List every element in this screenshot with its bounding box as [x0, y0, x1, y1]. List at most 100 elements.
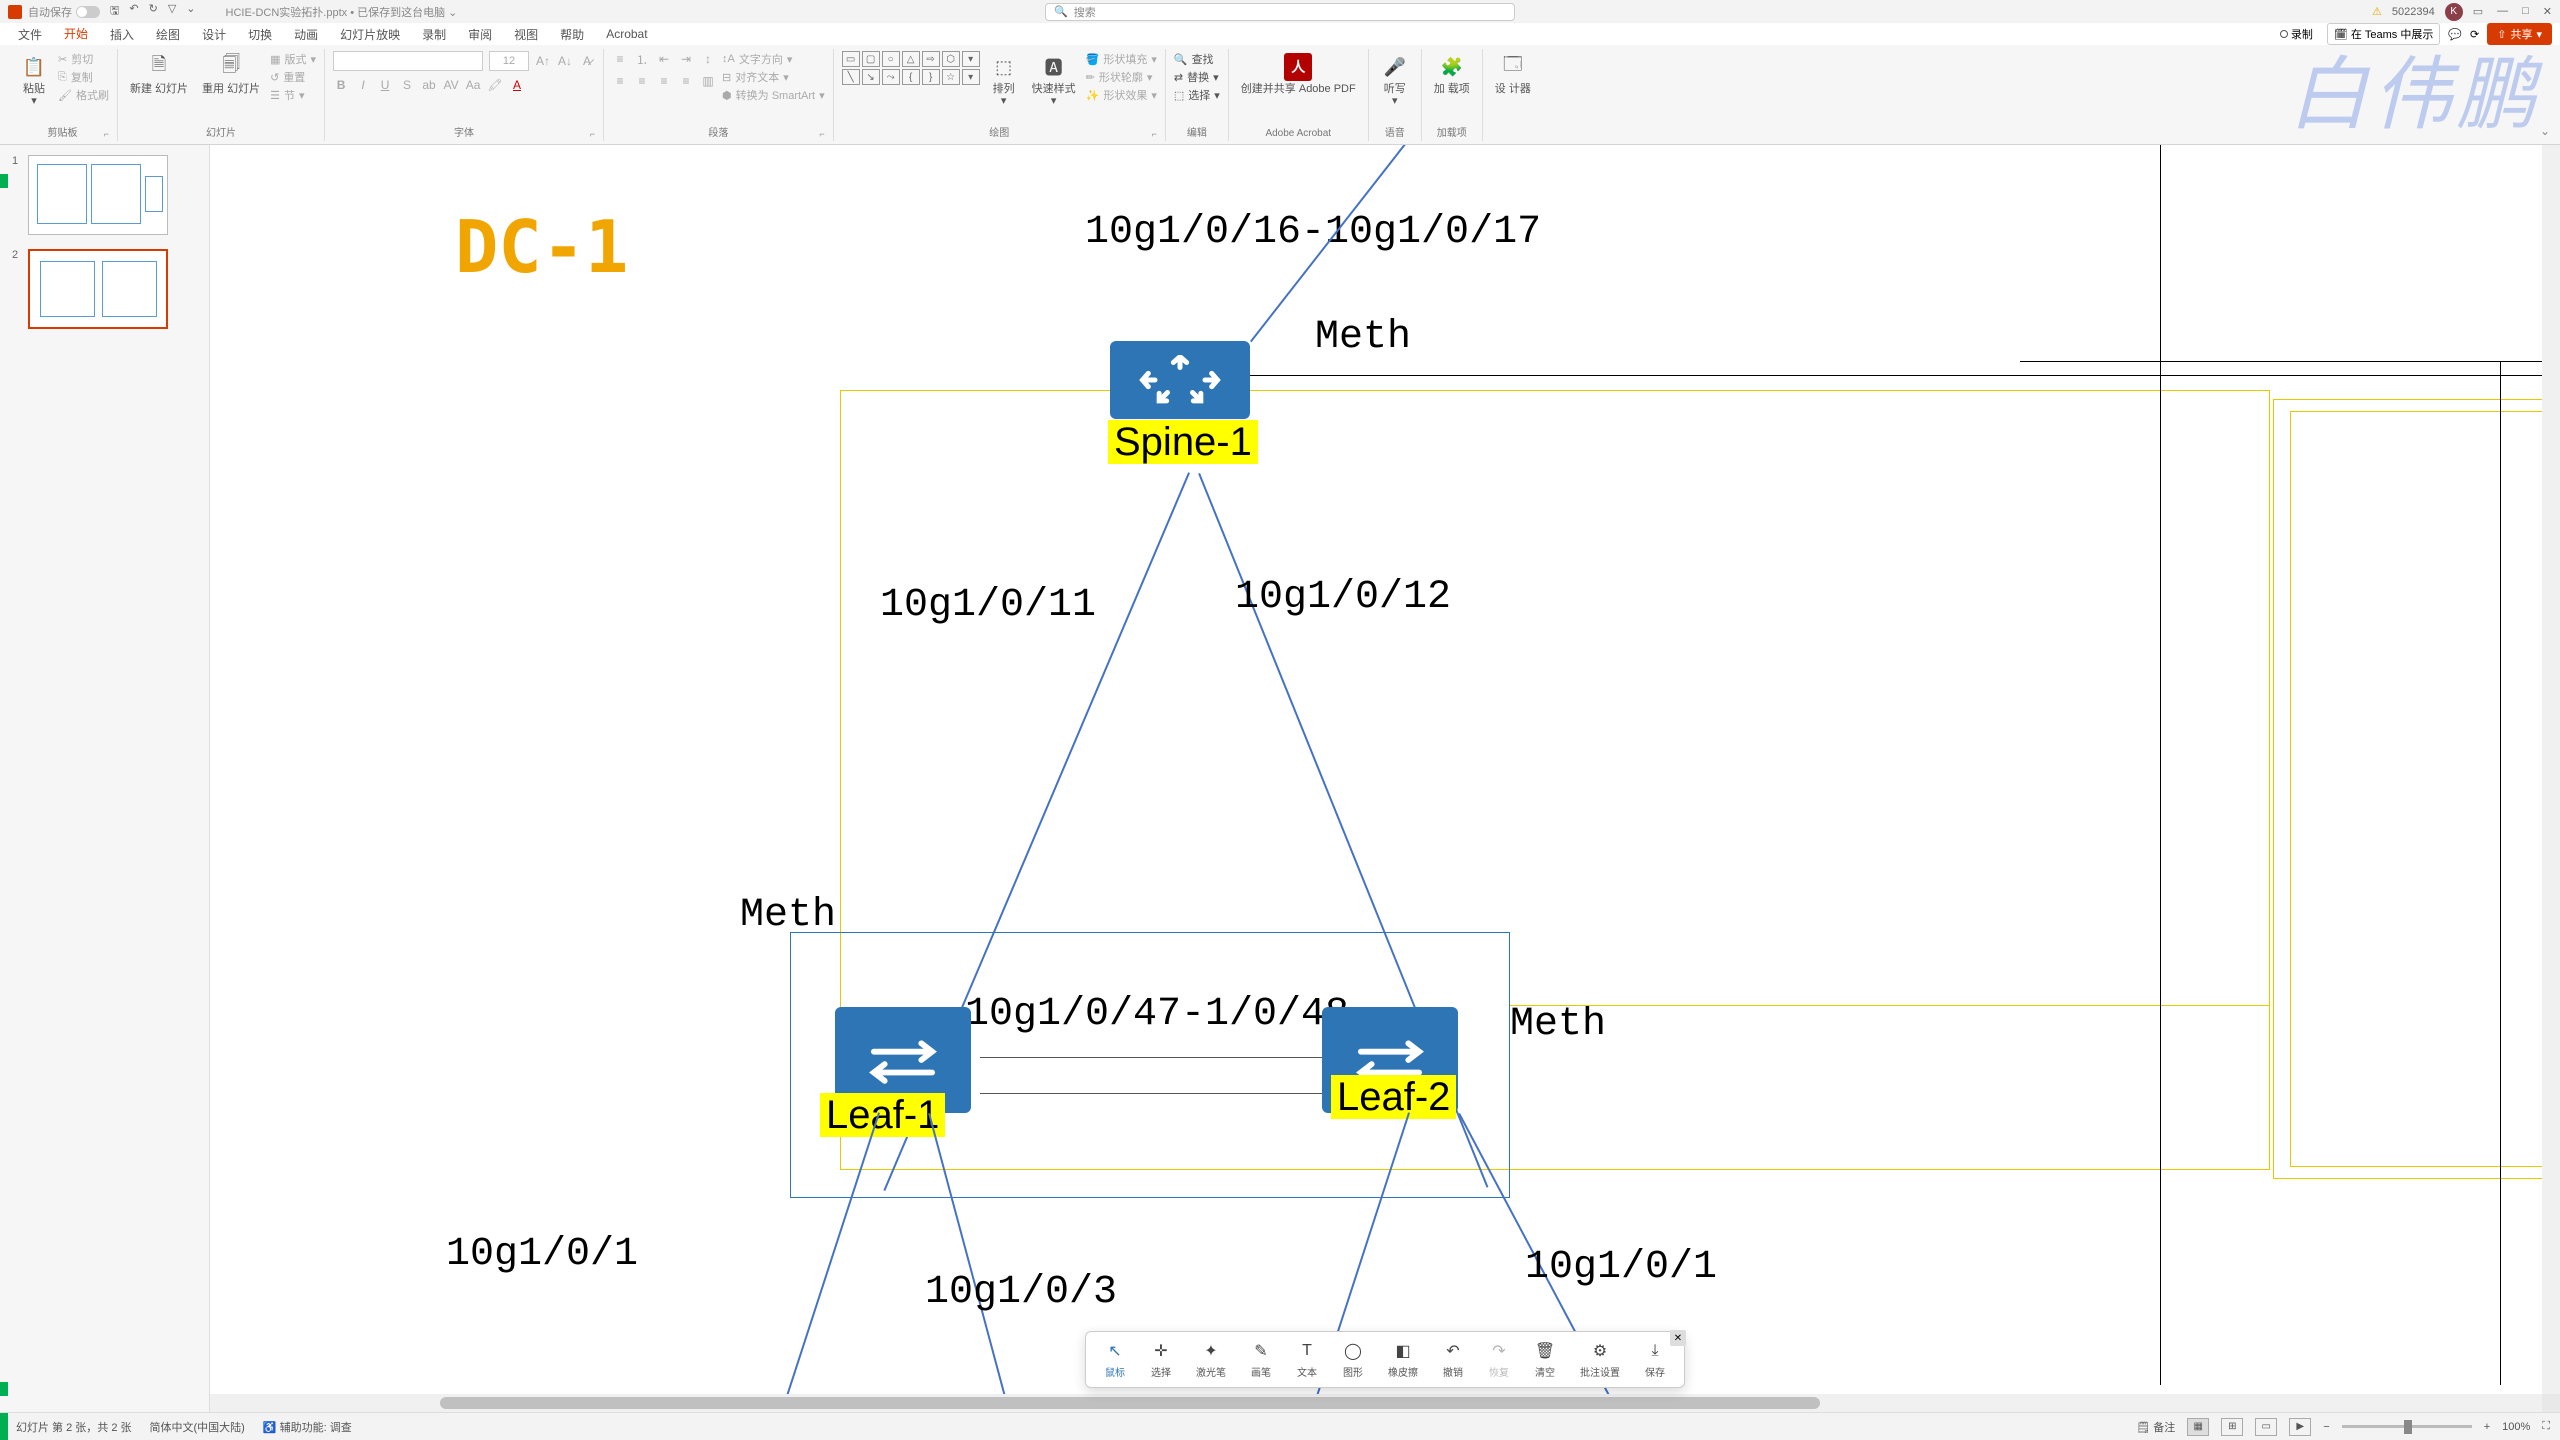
- reading-view-icon[interactable]: ▭: [2255, 1418, 2277, 1436]
- font-size-select[interactable]: 12: [489, 51, 529, 71]
- spine-1-label[interactable]: Spine-1: [1108, 420, 1258, 468]
- anno-shape[interactable]: ◯图形: [1334, 1338, 1372, 1381]
- font-family-select[interactable]: [333, 51, 483, 71]
- shape-outline-button[interactable]: ✏形状轮廓 ▾: [1086, 69, 1157, 85]
- increase-font-icon[interactable]: A↑: [535, 53, 551, 69]
- hscroll-thumb[interactable]: [440, 1397, 1820, 1409]
- vertical-scrollbar[interactable]: [2542, 145, 2560, 1394]
- zoom-level[interactable]: 100%: [2502, 1421, 2530, 1433]
- port-left-spine-label[interactable]: 10g1/0/11: [880, 583, 1096, 628]
- anno-text[interactable]: T文本: [1288, 1338, 1326, 1381]
- present-in-teams-button[interactable]: 🗓在 Teams 中展示: [2327, 23, 2440, 45]
- right-box-2[interactable]: [2290, 411, 2560, 1167]
- document-title[interactable]: HCIE-DCN实验拓扑.pptx • 已保存到这台电脑 ⌄: [226, 4, 458, 20]
- port-bottom-mid-label[interactable]: 10g1/0/3: [925, 1270, 1117, 1315]
- slide-thumb-2[interactable]: [28, 249, 168, 329]
- adobe-pdf-button[interactable]: 人创建并共享 Adobe PDF: [1237, 51, 1360, 97]
- tab-view[interactable]: 视图: [504, 23, 548, 46]
- share-button[interactable]: ⇧共享 ▾: [2487, 23, 2552, 45]
- justify-icon[interactable]: ≡: [678, 73, 694, 89]
- reset-button[interactable]: ↺重置: [270, 69, 316, 85]
- meth-right-label[interactable]: Meth: [1510, 1002, 1606, 1047]
- normal-view-icon[interactable]: ▦: [2187, 1418, 2209, 1436]
- spine-1-icon[interactable]: [1110, 341, 1250, 419]
- anno-pen[interactable]: ✎画笔: [1242, 1338, 1280, 1381]
- designer-button[interactable]: 🗔设 计器: [1491, 51, 1535, 97]
- collapse-ribbon-icon[interactable]: ⌄: [2540, 124, 2550, 138]
- underline-icon[interactable]: U: [377, 77, 393, 93]
- align-text-button[interactable]: ⊟对齐文本 ▾: [722, 69, 825, 85]
- shape-fill-button[interactable]: 🪣形状填充 ▾: [1086, 51, 1157, 67]
- shape-brace2[interactable]: }: [922, 69, 940, 85]
- shape-effects-button[interactable]: ✨形状效果 ▾: [1086, 87, 1157, 103]
- strike-icon[interactable]: S: [399, 77, 415, 93]
- drawing-launcher[interactable]: ⌐: [1152, 129, 1157, 139]
- section-button[interactable]: ☰节 ▾: [270, 87, 316, 103]
- qat-more-icon[interactable]: ⌄: [186, 2, 195, 21]
- shape-star[interactable]: ☆: [942, 69, 960, 85]
- tab-review[interactable]: 审阅: [458, 23, 502, 46]
- indent-inc-icon[interactable]: ⇥: [678, 51, 694, 67]
- anno-cursor[interactable]: ↖鼠标: [1096, 1338, 1134, 1381]
- record-button[interactable]: 录制: [2274, 24, 2319, 44]
- link-leaf1-leaf2-b[interactable]: [980, 1093, 1322, 1094]
- annotation-toolbar[interactable]: ✕ ↖鼠标 ✛选择 ✦激光笔 ✎画笔 T文本 ◯图形 ◧橡皮擦 ↶撤销 ↷恢复 …: [1085, 1331, 1685, 1388]
- shape-conn[interactable]: ⤳: [882, 69, 900, 85]
- addins-button[interactable]: 🧩加 载项: [1430, 51, 1474, 97]
- close-icon[interactable]: ✕: [2543, 5, 2552, 18]
- tab-animations[interactable]: 动画: [284, 23, 328, 46]
- annobar-close-icon[interactable]: ✕: [1670, 1330, 1686, 1346]
- vline-1[interactable]: [2160, 145, 2161, 1385]
- format-painter-button[interactable]: 🖌格式刷: [58, 87, 109, 103]
- align-left-icon[interactable]: ≡: [612, 73, 628, 89]
- port-bottom-right-label[interactable]: 10g1/0/1: [1525, 1245, 1717, 1290]
- zoom-in-icon[interactable]: +: [2484, 1421, 2490, 1433]
- highlight-icon[interactable]: 🖍: [487, 77, 503, 93]
- slide-canvas[interactable]: DC-1 10g1/0/16-10g1/0/17 Meth Spine-1: [210, 145, 2560, 1394]
- zoom-out-icon[interactable]: −: [2323, 1421, 2329, 1433]
- arrange-button[interactable]: ⬚排列▾: [986, 51, 1022, 109]
- shape-brace[interactable]: {: [902, 69, 920, 85]
- layout-button[interactable]: ▦版式 ▾: [270, 51, 316, 67]
- paste-button[interactable]: 📋粘贴▾: [16, 51, 52, 109]
- shape-hex[interactable]: ⬡: [942, 51, 960, 67]
- shape-circle[interactable]: ○: [882, 51, 900, 67]
- port-right-spine-label[interactable]: 10g1/0/12: [1235, 575, 1451, 620]
- tab-draw[interactable]: 绘图: [146, 23, 190, 46]
- copy-button[interactable]: ⎘复制: [58, 69, 109, 85]
- fit-to-window-icon[interactable]: ⛶: [2542, 1420, 2550, 1433]
- tab-record[interactable]: 录制: [412, 23, 456, 46]
- zoom-handle[interactable]: [2404, 1420, 2412, 1434]
- tab-slideshow[interactable]: 幻灯片放映: [330, 23, 410, 46]
- accessibility-status[interactable]: ♿ 辅助功能: 调查: [263, 1419, 352, 1435]
- slide-thumbnails-pane[interactable]: 1 2: [0, 145, 210, 1412]
- anno-undo[interactable]: ↶撤销: [1434, 1338, 1472, 1381]
- font-launcher[interactable]: ⌐: [590, 129, 595, 139]
- catch-up-icon[interactable]: ⟳: [2470, 28, 2479, 41]
- numbering-icon[interactable]: ⒈: [634, 51, 650, 67]
- shapes-gallery[interactable]: ▭ ▢ ○ △ ⇨ ⬡ ▾ ╲ ↘ ⤳ { } ☆ ▾: [842, 51, 980, 85]
- align-center-icon[interactable]: ≡: [634, 73, 650, 89]
- shape-more1[interactable]: ▾: [962, 51, 980, 67]
- tab-acrobat[interactable]: Acrobat: [596, 24, 657, 44]
- warning-icon[interactable]: ⚠: [2372, 5, 2382, 18]
- decrease-font-icon[interactable]: A↓: [557, 53, 573, 69]
- shadow-icon[interactable]: ab: [421, 77, 437, 93]
- cut-button[interactable]: ✂剪切: [58, 51, 109, 67]
- clipboard-launcher[interactable]: ⌐: [104, 129, 109, 139]
- from-beginning-icon[interactable]: ▽: [168, 2, 176, 21]
- autosave-switch[interactable]: [76, 6, 100, 18]
- tab-insert[interactable]: 插入: [100, 23, 144, 46]
- horizontal-scrollbar[interactable]: [210, 1394, 2542, 1412]
- link-leaf1-leaf2-a[interactable]: [980, 1057, 1322, 1058]
- align-right-icon[interactable]: ≡: [656, 73, 672, 89]
- shape-rect[interactable]: ▭: [842, 51, 860, 67]
- link-spine-meth[interactable]: [1250, 375, 2550, 376]
- avatar[interactable]: K: [2445, 3, 2463, 21]
- slide-thumb-1[interactable]: [28, 155, 168, 235]
- language-status[interactable]: 简体中文(中国大陆): [150, 1419, 245, 1435]
- smartart-button[interactable]: ⬢转换为 SmartArt ▾: [722, 87, 825, 103]
- shape-line[interactable]: ╲: [842, 69, 860, 85]
- slideshow-view-icon[interactable]: ▶: [2289, 1418, 2311, 1436]
- zoom-slider[interactable]: [2342, 1425, 2472, 1428]
